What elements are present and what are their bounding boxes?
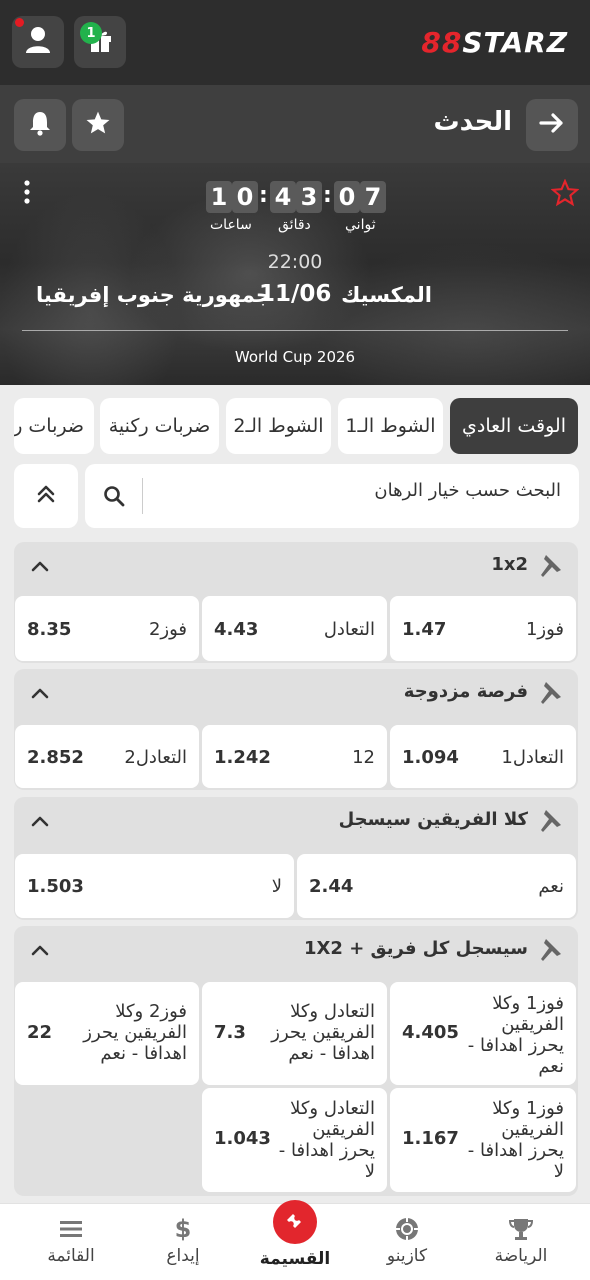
pin-icon[interactable]: [536, 552, 564, 584]
favorite-star-icon[interactable]: [550, 178, 580, 211]
odd-button[interactable]: 12 1.242: [202, 725, 387, 788]
odd-button[interactable]: لا 1.503: [15, 854, 294, 918]
market-1x2-btts: 1X2 + سيسجل كل فريق فوز1 وكلا الفريقين ي…: [14, 926, 578, 1196]
search-box: [85, 464, 579, 528]
nav-betslip[interactable]: القسيمة: [240, 1200, 350, 1280]
search-divider: [142, 478, 143, 514]
arrow-right-icon: [539, 112, 565, 138]
pin-icon[interactable]: [536, 936, 564, 968]
search-icon[interactable]: [103, 485, 125, 511]
nav-menu[interactable]: القائمة: [16, 1204, 126, 1280]
market-double-chance: فرصة مزدوجة 1التعادل 1.094 12 1.242 2التعا…: [14, 669, 578, 790]
odd-button[interactable]: فوز2 8.35: [15, 596, 199, 661]
menu-icon: [58, 1216, 84, 1242]
countdown-digit: 4: [270, 181, 296, 213]
chevron-up-icon[interactable]: [30, 942, 50, 961]
gift-button[interactable]: [74, 16, 126, 68]
chevron-up-icon[interactable]: [30, 558, 50, 577]
odd-button[interactable]: فوز1 وكلا الفريقين يحرز اهدافا - لا 1.167: [390, 1088, 576, 1192]
divider: [22, 330, 568, 331]
more-options-icon[interactable]: [22, 179, 32, 211]
market-1x2: 1x2 فوز1 1.47 التعادل 4.43 فوز2 8.35: [14, 542, 578, 663]
odd-button[interactable]: التعادل 4.43: [202, 596, 387, 661]
top-bar: 1 88STARZ: [0, 0, 590, 85]
minutes-label: دقائق: [278, 217, 311, 233]
nav-sports[interactable]: الرياضة: [466, 1204, 576, 1280]
nav-casino[interactable]: كازينو: [352, 1204, 462, 1280]
chevron-up-icon[interactable]: [30, 685, 50, 704]
hours-label: ساعات: [210, 217, 252, 233]
market-title: كلا الفريقين سيسجل: [338, 809, 528, 830]
seconds-label: ثواني: [345, 217, 376, 233]
bell-icon: [28, 110, 52, 140]
trophy-icon: [508, 1216, 534, 1242]
tab-corners[interactable]: ضربات ركنية: [100, 398, 219, 454]
tab-second-half[interactable]: الشوط الـ2: [226, 398, 331, 454]
star-icon: [85, 110, 111, 140]
page-title: الحدث: [433, 107, 512, 137]
odd-button[interactable]: 2التعادل 2.852: [15, 725, 199, 788]
countdown-digit: 3: [296, 181, 322, 213]
nav-deposit[interactable]: $ إيداع: [128, 1204, 238, 1280]
team-home: المكسيك: [341, 283, 432, 307]
odd-button[interactable]: التعادل وكلا الفريقين يحرز اهدافا - نعم 7…: [202, 982, 387, 1085]
user-icon: [25, 26, 51, 58]
logo[interactable]: 88STARZ: [421, 26, 568, 59]
search-input[interactable]: [151, 480, 561, 501]
market-header[interactable]: 1X2 + سيسجل كل فريق: [14, 926, 578, 976]
notifications-button[interactable]: [14, 99, 66, 151]
back-button[interactable]: [526, 99, 578, 151]
odd-button[interactable]: فوز1 وكلا الفريقين يحرز اهدافا - نعم 4.40…: [390, 982, 576, 1085]
market-title: 1X2 + سيسجل كل فريق: [304, 938, 528, 959]
period-tabs: الوقت العادي الشوط الـ1 الشوط الـ2 ضربات…: [0, 385, 590, 463]
double-chevron-up-icon: [35, 483, 57, 509]
odd-button[interactable]: التعادل وكلا الفريقين يحرز اهدافا - لا 1.…: [202, 1088, 387, 1192]
market-title: فرصة مزدوجة: [403, 681, 528, 702]
gift-count-badge: 1: [80, 22, 102, 44]
tab-first-half[interactable]: الشوط الـ1: [338, 398, 443, 454]
chevron-up-icon[interactable]: [30, 813, 50, 832]
collapse-all-button[interactable]: [14, 464, 78, 528]
casino-chip-icon: [394, 1216, 420, 1242]
countdown-digit: 1: [206, 181, 232, 213]
dollar-icon: $: [174, 1215, 192, 1243]
market-header[interactable]: كلا الفريقين سيسجل: [14, 797, 578, 847]
countdown-digit: 0: [232, 181, 258, 213]
team-away: جمهورية جنوب إفريقيا: [36, 283, 272, 307]
pin-icon[interactable]: [536, 807, 564, 839]
market-both-teams-score: كلا الفريقين سيسجل نعم 2.44 لا 1.503: [14, 797, 578, 920]
pin-icon[interactable]: [536, 679, 564, 711]
bottom-nav: الرياضة كازينو القسيمة $ إيداع القائمة: [0, 1200, 590, 1280]
event-banner: 1 0 : 4 3 : 0 7 ساعات دقائق ثواني 22:00 …: [0, 163, 590, 385]
countdown-digit: 7: [360, 181, 386, 213]
odd-button[interactable]: فوز2 وكلا الفريقين يحرز اهدافا - نعم 22: [15, 982, 199, 1085]
notification-dot: [15, 18, 24, 27]
odd-button[interactable]: 1التعادل 1.094: [390, 725, 576, 788]
kickoff-time: 22:00: [267, 251, 323, 273]
market-title: 1x2: [491, 554, 528, 575]
event-header: الحدث: [0, 85, 590, 163]
odd-button[interactable]: فوز1 1.47: [390, 596, 576, 661]
countdown-digit: 0: [334, 181, 360, 213]
tab-corners-more[interactable]: ضربات ركنية: [14, 398, 94, 454]
ticket-icon: [273, 1200, 317, 1244]
tab-regular-time[interactable]: الوقت العادي: [450, 398, 578, 454]
odd-button[interactable]: نعم 2.44: [297, 854, 576, 918]
tournament-name: World Cup 2026: [234, 348, 356, 366]
market-header[interactable]: 1x2: [14, 542, 578, 592]
favorite-button[interactable]: [72, 99, 124, 151]
market-header[interactable]: فرصة مزدوجة: [14, 669, 578, 719]
